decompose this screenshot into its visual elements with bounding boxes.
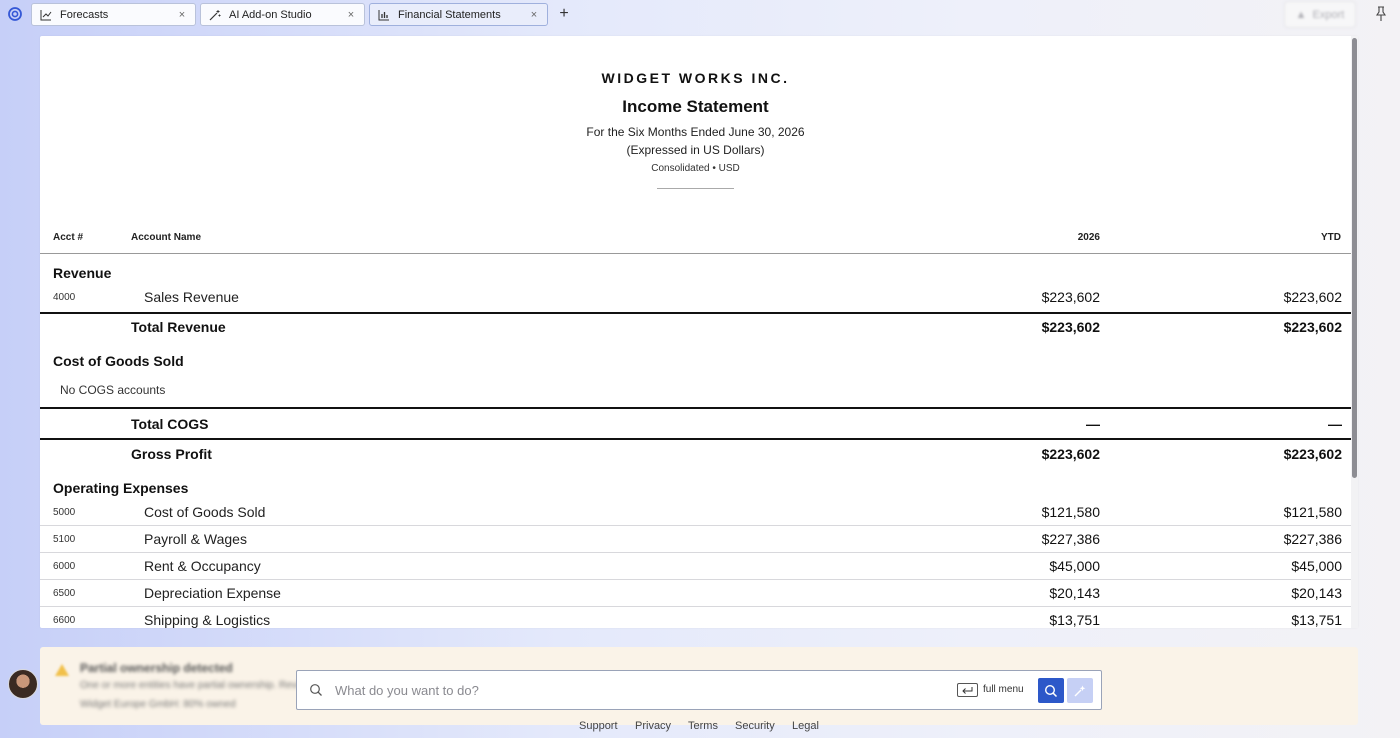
gross-profit-2026: $223,602 [1041, 446, 1100, 462]
section-title-cogs: Cost of Goods Sold [53, 353, 184, 369]
value-ytd: $45,000 [1291, 558, 1342, 574]
company-name: WIDGET WORKS INC. [601, 70, 790, 86]
command-bar: full menu [296, 670, 1102, 710]
account-name: Payroll & Wages [144, 531, 247, 547]
tab-bar: Forecasts × AI Add-on Studio × Financial… [0, 0, 1400, 30]
close-icon[interactable]: × [529, 9, 539, 21]
row-divider [40, 606, 1351, 607]
account-name: Cost of Goods Sold [144, 504, 266, 520]
total-cogs-ytd: — [1328, 416, 1342, 432]
total-revenue-2026: $223,602 [1041, 319, 1100, 335]
avatar[interactable] [8, 669, 38, 699]
warning-icon: ▲ [1295, 8, 1307, 21]
value-2026: $121,580 [1041, 504, 1100, 520]
row-divider [40, 525, 1351, 526]
total-rule [40, 407, 1351, 409]
income-statement-document: WIDGET WORKS INC. Income Statement For t… [40, 36, 1358, 628]
value-ytd: $223,602 [1283, 289, 1342, 305]
tab-forecasts[interactable]: Forecasts × [31, 3, 196, 26]
footer-link-support[interactable]: Support [579, 720, 618, 732]
app-logo-icon[interactable] [7, 6, 23, 22]
section-title-operating-expenses: Operating Expenses [53, 480, 189, 496]
total-cogs-2026: — [1086, 416, 1100, 432]
value-2026: $45,000 [1049, 558, 1100, 574]
statement-period: For the Six Months Ended June 30, 2026 [586, 125, 805, 139]
gross-profit-ytd: $223,602 [1283, 446, 1342, 462]
empty-cogs-note: No COGS accounts [60, 383, 166, 397]
value-2026: $223,602 [1041, 289, 1100, 305]
close-icon[interactable]: × [346, 9, 356, 21]
footer-link-legal[interactable]: Legal [792, 720, 819, 732]
magic-wand-icon [209, 9, 221, 21]
ai-assist-button[interactable] [1067, 678, 1093, 703]
value-2026: $20,143 [1049, 585, 1100, 601]
tab-ai-addon-studio[interactable]: AI Add-on Studio × [200, 3, 365, 26]
column-header-2026: 2026 [1077, 232, 1100, 243]
export-button[interactable]: ▲ Export [1284, 1, 1356, 28]
footer-link-security[interactable]: Security [735, 720, 775, 732]
total-revenue-ytd: $223,602 [1283, 319, 1342, 335]
line-chart-icon [40, 9, 52, 21]
total-rule [40, 312, 1351, 314]
total-revenue-label: Total Revenue [131, 319, 226, 335]
export-label: Export [1312, 8, 1345, 21]
value-ytd: $13,751 [1291, 612, 1342, 628]
total-cogs-label: Total COGS [131, 416, 209, 432]
notice-title: Partial ownership detected [80, 661, 233, 675]
command-input[interactable] [335, 679, 935, 701]
value-2026: $13,751 [1049, 612, 1100, 628]
account-name: Sales Revenue [144, 289, 239, 305]
sparkle-icon [1074, 685, 1086, 696]
footer-link-privacy[interactable]: Privacy [635, 720, 671, 732]
currency-note: (Expressed in US Dollars) [626, 143, 765, 157]
statement-title: Income Statement [622, 97, 769, 116]
scrollbar[interactable] [1351, 36, 1358, 628]
notice-body: One or more entities have partial owners… [80, 680, 312, 691]
close-icon[interactable]: × [177, 9, 187, 21]
header-divider [657, 188, 734, 189]
tab-label: Forecasts [60, 8, 109, 21]
account-number: 6600 [53, 615, 76, 626]
account-number: 5000 [53, 507, 76, 518]
account-name: Rent & Occupancy [144, 558, 261, 574]
warning-icon [55, 664, 69, 676]
column-header-acct: Acct # [53, 232, 84, 243]
account-name: Shipping & Logistics [144, 612, 271, 628]
value-ytd: $20,143 [1291, 585, 1342, 601]
pin-icon[interactable] [1374, 6, 1388, 22]
value-2026: $227,386 [1041, 531, 1100, 547]
row-divider [40, 552, 1351, 553]
footer-link-terms[interactable]: Terms [688, 720, 718, 732]
gross-profit-label: Gross Profit [131, 446, 212, 462]
search-icon [1044, 684, 1058, 697]
tab-label: Financial Statements [398, 8, 501, 21]
account-number: 4000 [53, 292, 76, 303]
scope-label: Consolidated • USD [651, 163, 740, 174]
full-menu-hint[interactable]: full menu [983, 684, 1024, 695]
search-button[interactable] [1038, 678, 1064, 703]
search-icon [310, 684, 322, 696]
bar-chart-icon [378, 9, 390, 21]
total-rule [40, 438, 1351, 440]
column-header-account-name: Account Name [131, 232, 202, 243]
header-rule [40, 253, 1351, 254]
new-tab-button[interactable]: + [556, 5, 572, 23]
scrollbar-thumb[interactable] [1352, 38, 1357, 478]
account-name: Depreciation Expense [144, 585, 281, 601]
column-header-ytd: YTD [1321, 232, 1341, 243]
enter-key-icon [957, 683, 978, 697]
account-number: 6500 [53, 588, 76, 599]
account-number: 6000 [53, 561, 76, 572]
value-ytd: $121,580 [1283, 504, 1342, 520]
row-divider [40, 579, 1351, 580]
value-ytd: $227,386 [1283, 531, 1342, 547]
account-number: 5100 [53, 534, 76, 545]
notice-detail: Widget Europe GmbH: 80% owned [80, 699, 236, 710]
section-title-revenue: Revenue [53, 265, 112, 281]
tab-label: AI Add-on Studio [229, 8, 312, 21]
tab-financial-statements[interactable]: Financial Statements × [369, 3, 548, 26]
